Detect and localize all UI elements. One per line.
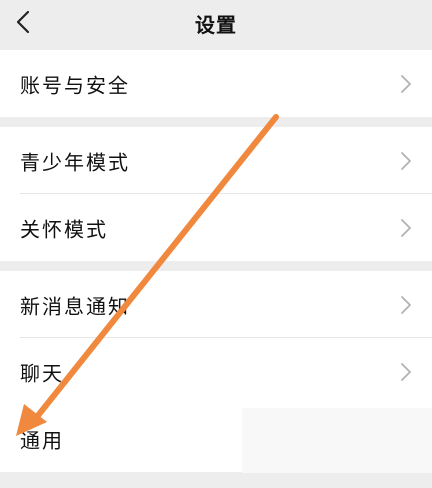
settings-item-account-security[interactable]: 账号与安全 bbox=[0, 50, 432, 117]
settings-item-new-message-notifications[interactable]: 新消息通知 bbox=[0, 271, 432, 338]
settings-item-label: 聊天 bbox=[20, 361, 64, 385]
chevron-right-icon bbox=[401, 74, 411, 93]
chevron-right-icon bbox=[401, 362, 411, 381]
chevron-right-icon bbox=[401, 218, 411, 237]
settings-item-label: 通用 bbox=[20, 428, 64, 452]
chevron-right-icon bbox=[401, 151, 411, 170]
page-title: 设置 bbox=[195, 13, 237, 37]
settings-item-chat[interactable]: 聊天 bbox=[0, 338, 432, 405]
settings-item-teen-mode[interactable]: 青少年模式 bbox=[0, 127, 432, 194]
settings-item-label: 青少年模式 bbox=[20, 150, 130, 174]
top-bar: 设置 bbox=[0, 0, 432, 50]
settings-group-modes: 青少年模式 关怀模式 bbox=[0, 127, 432, 261]
settings-item-label: 新消息通知 bbox=[20, 294, 130, 318]
settings-item-care-mode[interactable]: 关怀模式 bbox=[0, 194, 432, 261]
settings-group-account: 账号与安全 bbox=[0, 50, 432, 117]
settings-item-label: 关怀模式 bbox=[20, 217, 108, 241]
chevron-right-icon bbox=[401, 295, 411, 314]
overlay-patch bbox=[242, 408, 432, 473]
settings-item-label: 账号与安全 bbox=[20, 73, 130, 97]
